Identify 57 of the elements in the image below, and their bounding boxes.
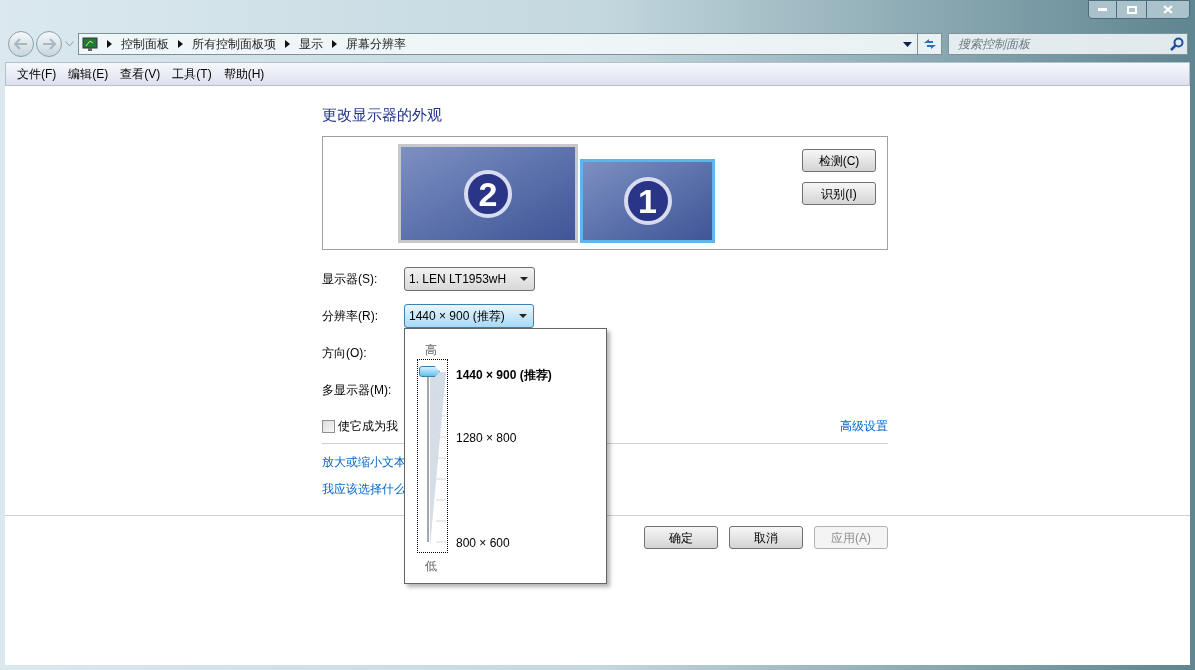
side-button[interactable]: 识别(I)	[802, 182, 876, 205]
close-icon	[1163, 5, 1173, 14]
help-link[interactable]: 放大或缩小文本	[322, 455, 406, 470]
chevron-icon	[178, 40, 183, 48]
menu-item[interactable]: 文件(F)	[12, 65, 62, 83]
field-label: 显示器(S):	[322, 271, 379, 288]
advanced-settings-link[interactable]: 高级设置	[840, 417, 888, 435]
close-button[interactable]	[1146, 0, 1190, 19]
address-bar[interactable]: 控制面板 所有控制面板项 显示 屏幕分辨率	[78, 33, 942, 55]
menu-item[interactable]: 查看(V)	[115, 65, 166, 83]
field-label: 分辨率(R):	[322, 308, 379, 325]
breadcrumb-link[interactable]: 所有控制面板项	[192, 35, 276, 53]
search-field[interactable]: 搜索控制面板	[948, 33, 1188, 55]
resolution-option[interactable]: 1280 × 800	[456, 429, 517, 447]
chevron-icon	[332, 40, 337, 48]
monitor-icon	[82, 36, 98, 52]
high-label: 高	[425, 342, 437, 359]
resolution-option[interactable]: 800 × 600	[456, 534, 510, 552]
checkbox-label: 使它成为我	[338, 418, 398, 435]
page-heading: 更改显示器的外观	[322, 106, 443, 124]
field-label: 方向(O):	[322, 345, 368, 362]
monitor-tile[interactable]: 1	[580, 159, 715, 243]
monitor-tile[interactable]: 2	[398, 144, 578, 243]
dropdown[interactable]: 1. LEN LT1953wH	[404, 267, 536, 291]
menu-item[interactable]: 帮助(H)	[218, 65, 270, 83]
search-icon	[1170, 37, 1184, 51]
slider-thumb[interactable]	[419, 366, 440, 377]
minimize-icon	[1098, 8, 1107, 11]
breadcrumb-link[interactable]: 控制面板	[121, 35, 169, 53]
slider[interactable]	[417, 359, 448, 553]
low-label: 低	[425, 558, 437, 575]
forward-button[interactable]	[36, 31, 62, 57]
dialog-button[interactable]: 确定	[644, 526, 718, 549]
monitor-number: 1	[623, 177, 672, 225]
checkbox[interactable]	[322, 419, 335, 433]
menu-item[interactable]: 编辑(E)	[63, 65, 114, 83]
back-button[interactable]	[8, 31, 34, 57]
dialog-button[interactable]: 取消	[729, 526, 803, 549]
history-caret-icon	[65, 41, 74, 47]
dropdown-caret-icon	[520, 277, 529, 281]
maximize-icon	[1126, 5, 1137, 14]
chevron-icon	[285, 40, 290, 48]
maximize-button[interactable]	[1117, 0, 1146, 19]
dropdown-caret-icon	[903, 41, 912, 47]
forward-arrow-icon	[42, 38, 56, 50]
chevron-icon	[107, 40, 112, 48]
back-arrow-icon	[14, 38, 28, 50]
breadcrumb-link[interactable]: 显示	[299, 35, 323, 53]
dropdown-caret-icon	[518, 314, 527, 318]
monitor-number: 2	[464, 169, 512, 218]
side-button[interactable]: 检测(C)	[802, 149, 876, 172]
minimize-button[interactable]	[1088, 0, 1117, 19]
breadcrumb-link[interactable]: 屏幕分辨率	[346, 35, 406, 53]
field-label: 多显示器(M):	[322, 382, 393, 399]
resolution-option[interactable]: 1440 × 900 (推荐)	[456, 366, 552, 384]
menu-item[interactable]: 工具(T)	[167, 65, 217, 83]
dropdown[interactable]: 1440 × 900 (推荐)	[404, 304, 534, 328]
